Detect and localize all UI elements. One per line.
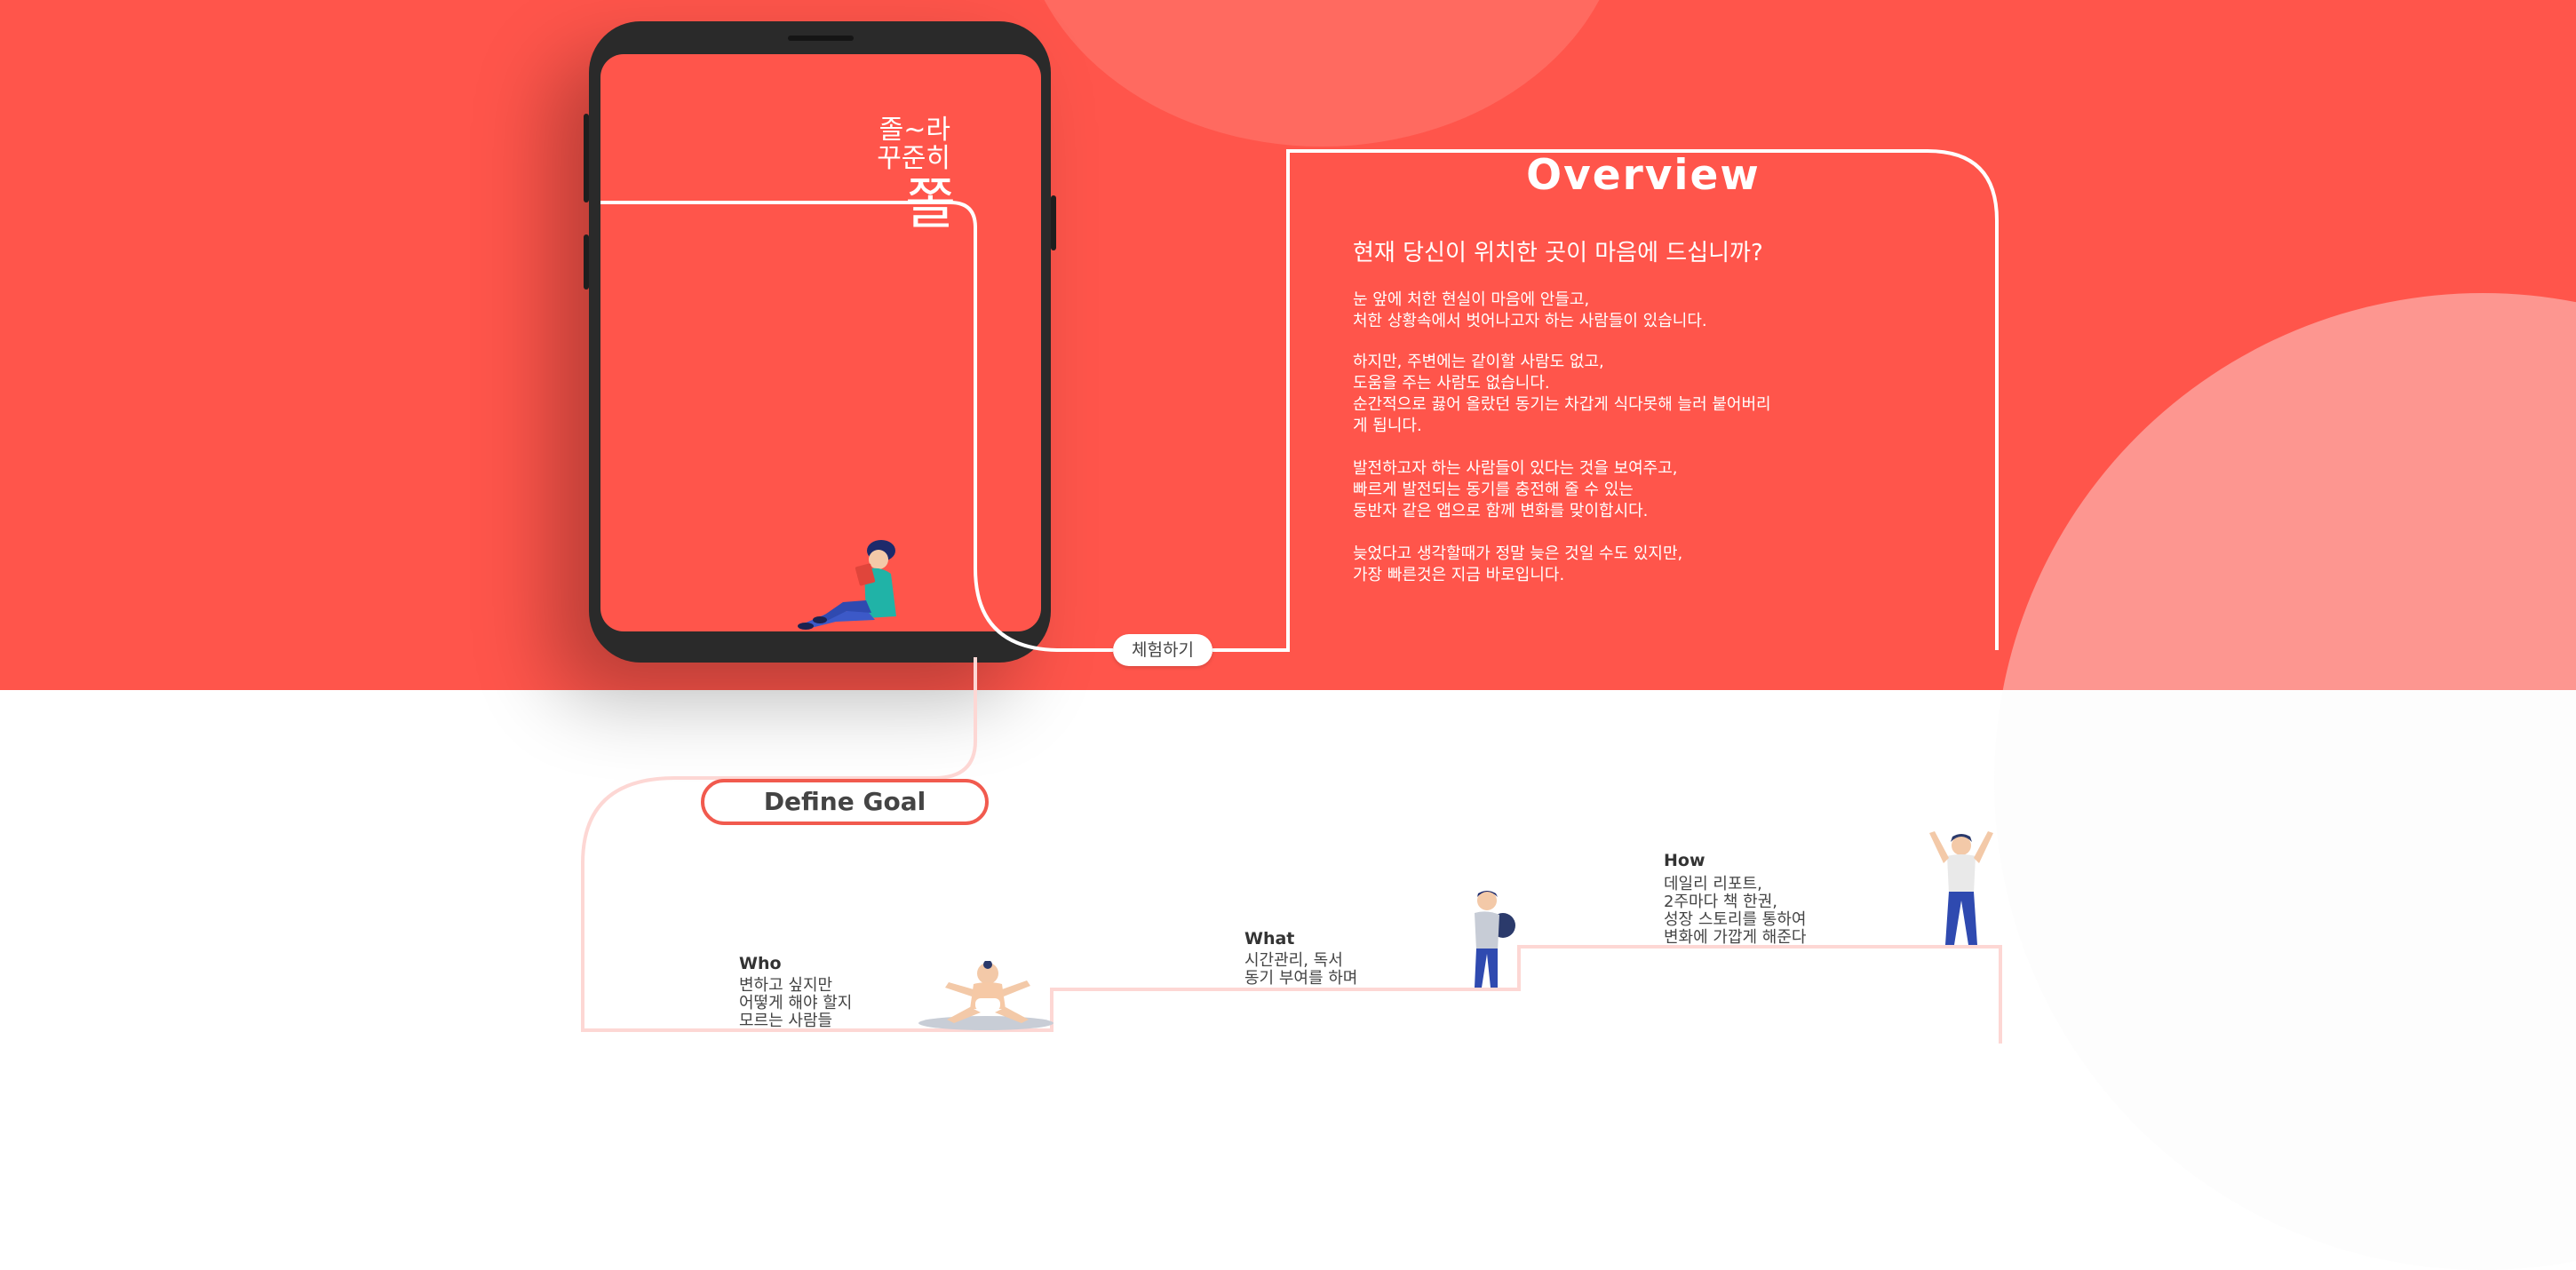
paragraph-line: 눈 앞에 처한 현실이 마음에 안들고,: [1353, 290, 1590, 309]
overview-title: Overview: [1526, 151, 1761, 200]
step-text-how: 데일리 리포트, 2주마다 책 한권, 성장 스토리를 통하여 변화에 가깝게 …: [1664, 876, 1806, 947]
overview-heading: 현재 당신이 위치한 곳이 마음에 드십니까?: [1353, 240, 1763, 266]
step-line: 모르는 사람들: [739, 1012, 833, 1030]
paragraph-line: 도움을 주는 사람도 없습니다.: [1353, 374, 1550, 393]
overview-paragraph: 늦었다고 생각할때가 정말 늦은 것일 수도 있지만, 가장 빠른것은 지금 바…: [1353, 544, 1682, 586]
paragraph-line: 발전하고자 하는 사람들이 있다는 것을 보여주고,: [1353, 459, 1678, 478]
paragraph-line: 빠르게 발전되는 동기를 충전해 줄 수 있는: [1353, 480, 1634, 499]
step-line: 시간관리, 독서: [1244, 951, 1343, 970]
paragraph-line: 게 됩니다.: [1353, 417, 1422, 435]
student-illustration: [1475, 891, 1515, 988]
step-text-who: 변하고 싶지만 어떻게 해야 할지 모르는 사람들: [739, 977, 852, 1030]
paragraph-line: 처한 상황속에서 벗어나고자 하는 사람들이 있습니다.: [1353, 312, 1707, 330]
overview-paragraph: 눈 앞에 처한 현실이 마음에 안들고, 처한 상황속에서 벗어나고자 하는 사…: [1353, 290, 1707, 332]
step-line: 성장 스토리를 통하여: [1664, 910, 1807, 929]
step-line: 변하고 싶지만: [739, 976, 833, 995]
paragraph-line: 동반자 같은 앱으로 함께 변화를 맞이합시다.: [1353, 502, 1649, 520]
step-text-what: 시간관리, 독서 동기 부여를 하며: [1244, 952, 1357, 988]
baby-illustration: [918, 961, 1053, 1030]
step-line: 데일리 리포트,: [1664, 875, 1762, 893]
paragraph-line: 가장 빠른것은 지금 바로입니다.: [1353, 566, 1565, 584]
step-line: 변화에 가깝게 해준다: [1664, 928, 1807, 947]
overview-paragraph: 발전하고자 하는 사람들이 있다는 것을 보여주고, 빠르게 발전되는 동기를 …: [1353, 458, 1678, 522]
step-line: 동기 부여를 하며: [1244, 969, 1358, 988]
paragraph-line: 순간적으로 끓어 올랐던 동기는 차갑게 식다못해 늘러 붙어버리: [1353, 395, 1771, 414]
step-title-who: Who: [739, 954, 782, 973]
step-line: 어떻게 해야 할지: [739, 994, 853, 1012]
try-button[interactable]: 체험하기: [1113, 634, 1212, 666]
define-goal-label: Define Goal: [701, 779, 989, 825]
step-line: 2주마다 책 한권,: [1664, 893, 1777, 911]
overview-paragraph: 하지만, 주변에는 같이할 사람도 없고, 도움을 주는 사람도 없습니다. 순…: [1353, 352, 1771, 437]
paragraph-line: 늦었다고 생각할때가 정말 늦은 것일 수도 있지만,: [1353, 544, 1683, 563]
step-title-how: How: [1664, 851, 1705, 870]
paragraph-line: 하지만, 주변에는 같이할 사람도 없고,: [1353, 353, 1604, 371]
step-title-what: What: [1244, 929, 1295, 949]
cheering-person-illustration: [1929, 831, 1993, 945]
